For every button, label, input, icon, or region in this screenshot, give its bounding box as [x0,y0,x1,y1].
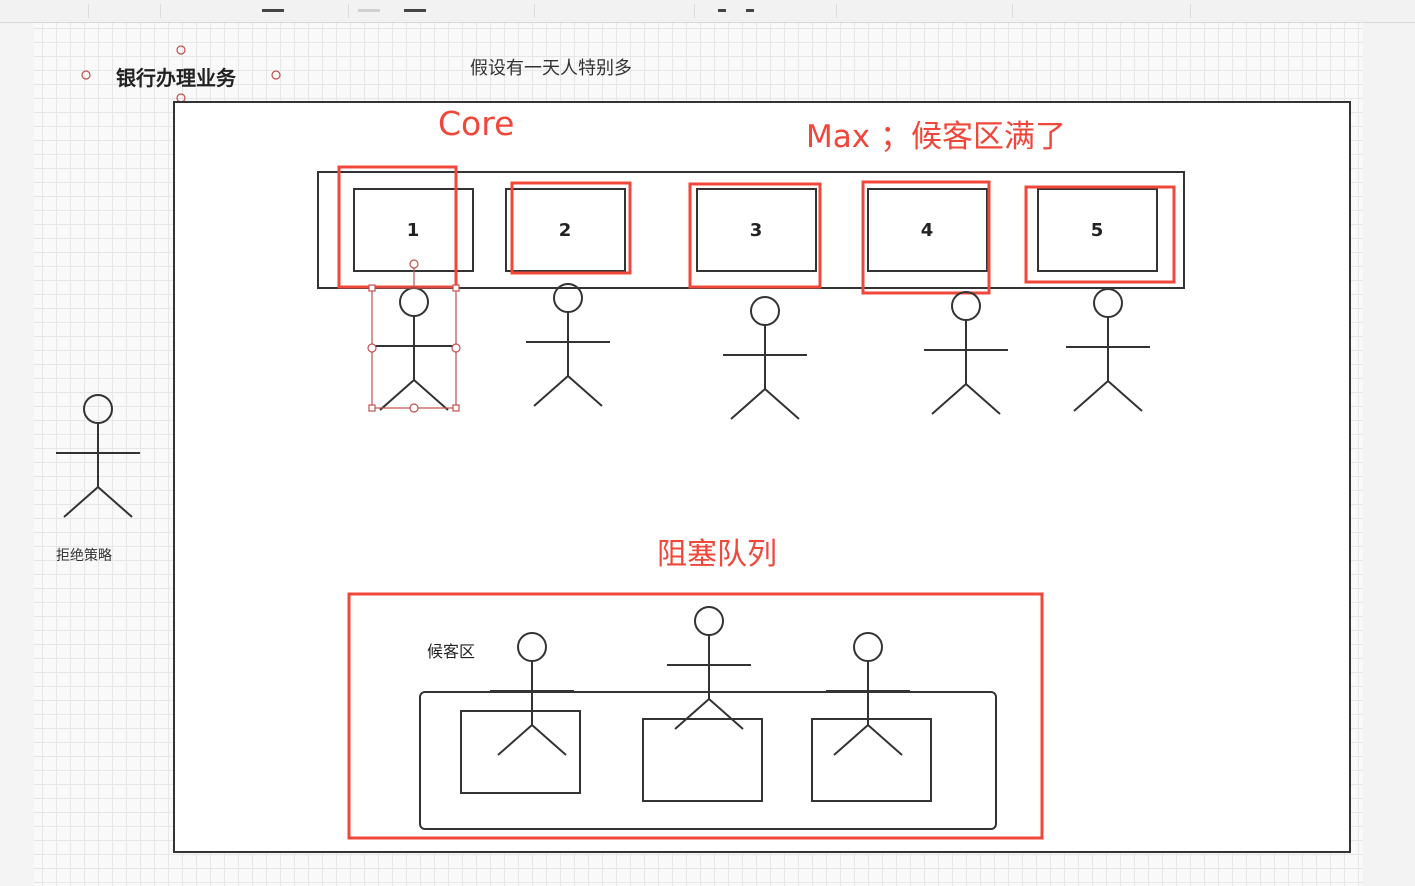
diagram-title[interactable]: 银行办理业务 [116,62,236,91]
blocking-queue-label[interactable]: 阻塞队列 [657,529,777,573]
window-number: 3 [749,220,763,241]
window-number: 5 [1090,220,1104,241]
window-number: 1 [406,220,420,241]
max-label[interactable]: Max ；候客区满了 [806,111,1066,156]
diagram-drawing [55,45,1351,853]
reject-policy-label[interactable]: 拒绝策略 [56,545,112,565]
window-number: 4 [920,220,934,241]
waiting-seat[interactable] [811,718,932,802]
waiting-seat[interactable] [642,718,763,802]
note-text[interactable]: 假设有一天人特别多 [470,54,632,80]
core-label[interactable]: Core [438,104,514,143]
window-number: 2 [558,220,572,241]
waiting-area-label[interactable]: 候客区 [427,638,475,662]
stick-figure-icon[interactable] [55,394,141,518]
